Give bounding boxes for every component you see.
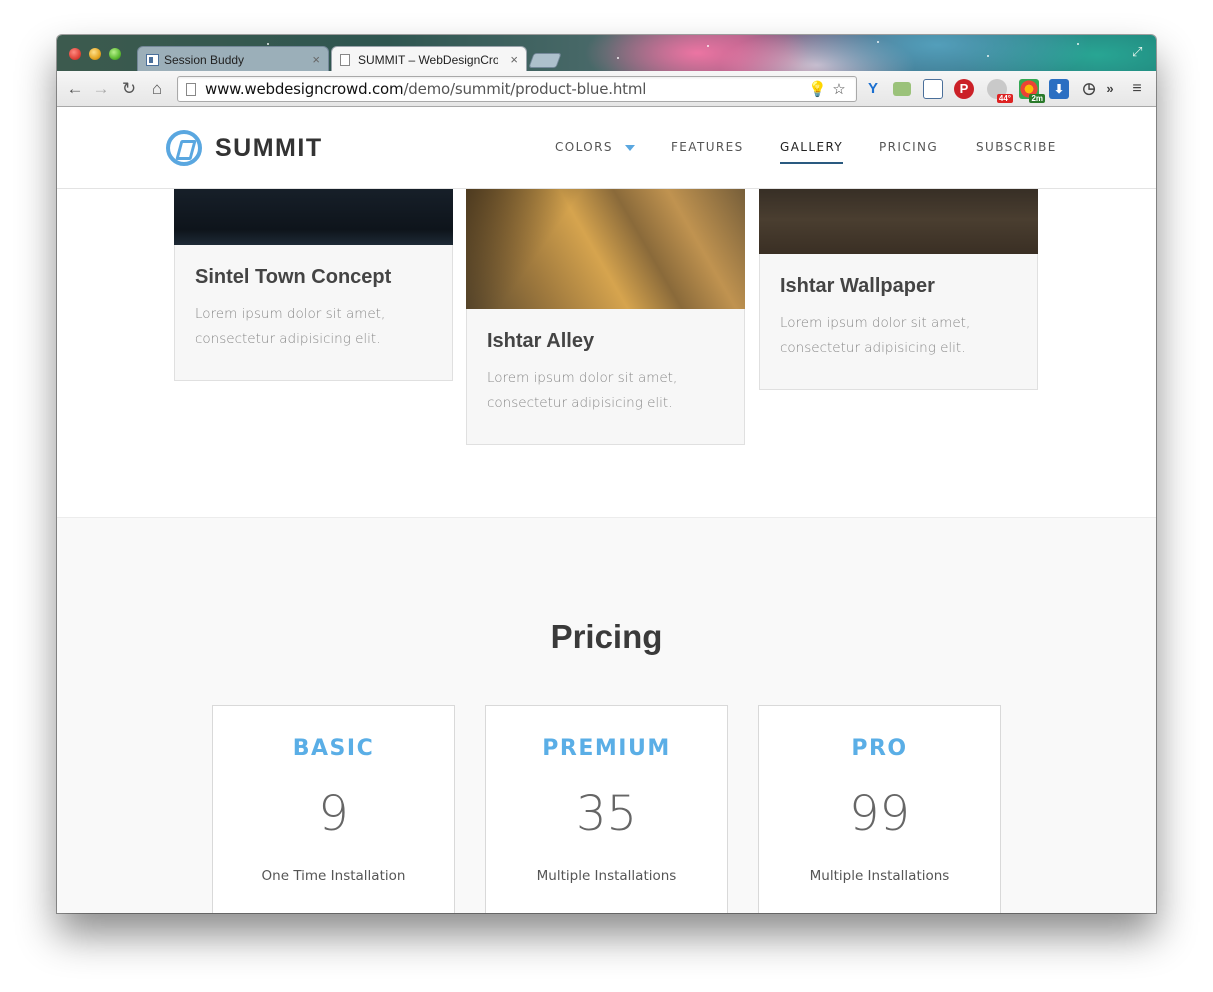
plan-note: Multiple Installations (809, 868, 950, 884)
plan-note: Multiple Installations (536, 868, 677, 884)
fullscreen-icon[interactable]: ⤢ (1132, 45, 1146, 59)
plan-name: PREMIUM (542, 736, 671, 761)
gallery-card[interactable]: Ishtar Wallpaper Lorem ipsum dolor sit a… (759, 168, 1038, 390)
background-star (617, 57, 619, 59)
zoom-window-button[interactable] (109, 48, 121, 60)
pricing-card-basic[interactable]: BASIC 9 One Time Installation (212, 705, 455, 913)
minimize-window-button[interactable] (89, 48, 101, 60)
gallery-image[interactable] (466, 168, 745, 309)
nav-colors-label: COLORS (555, 140, 613, 154)
plan-name: BASIC (292, 736, 375, 761)
plan-price: 9 (318, 786, 349, 842)
page-favicon-icon (340, 54, 350, 66)
gallery-card-title[interactable]: Ishtar Wallpaper (780, 275, 935, 298)
gallery-card-description: Lorem ipsum dolor sit amet, consectetur … (487, 370, 678, 411)
url-text[interactable]: www.webdesigncrowd.com/demo/summit/produ… (205, 77, 646, 101)
clock-icon[interactable]: ◷ (1079, 79, 1099, 99)
plan-price: 99 (848, 786, 911, 842)
nav-gallery[interactable]: GALLERY (780, 140, 844, 164)
plan-price: 35 (575, 786, 638, 842)
plan-name: PRO (851, 736, 908, 761)
pinterest-icon[interactable]: P (954, 79, 974, 99)
background-star (707, 45, 709, 47)
nav-subscribe[interactable]: SUBSCRIBE (976, 140, 1057, 154)
pricing-heading: Pricing (550, 618, 663, 655)
extensions-overflow-icon[interactable]: » (1103, 79, 1117, 99)
home-icon[interactable]: ⌂ (147, 79, 167, 99)
background-star (877, 41, 879, 43)
address-bar[interactable]: www.webdesigncrowd.com/demo/summit/produ… (177, 76, 857, 102)
plan-note: One Time Installation (261, 868, 406, 884)
nav-pricing[interactable]: PRICING (879, 140, 938, 154)
tab-strip: Session Buddy × SUMMIT – WebDesignCrow ×… (57, 35, 1156, 72)
nav-colors[interactable]: COLORS (555, 140, 635, 154)
session-buddy-favicon-icon (146, 54, 159, 66)
summit-logo-icon[interactable] (166, 130, 202, 166)
close-window-button[interactable] (69, 48, 81, 60)
tab-title: Session Buddy (164, 53, 245, 67)
forward-page-extension-icon[interactable] (893, 82, 911, 96)
reload-icon[interactable]: ↻ (119, 79, 139, 99)
nav-features[interactable]: FEATURES (671, 140, 744, 154)
timer-badge: 2m (1029, 94, 1045, 103)
weather-extension-icon[interactable]: 44° (987, 79, 1013, 103)
pricing-card-premium[interactable]: PREMIUM 35 Multiple Installations (485, 705, 728, 913)
gallery-card-title[interactable]: Ishtar Alley (487, 330, 594, 353)
background-star (987, 55, 989, 57)
timer-extension-icon[interactable]: 2m (1019, 79, 1045, 103)
page-viewport: SUMMIT COLORS FEATURES GALLERY PRICING S… (57, 108, 1156, 913)
gallery-card-description: Lorem ipsum dolor sit amet, consectetur … (195, 306, 386, 347)
page-icon (186, 83, 196, 96)
tab-summit[interactable]: SUMMIT – WebDesignCrow × (331, 46, 527, 72)
url-path: /demo/summit/product-blue.html (403, 80, 647, 98)
new-tab-button[interactable] (528, 53, 562, 68)
pricing-section: Pricing BASIC 9 One Time Installation PR… (57, 517, 1156, 913)
tab-close-icon[interactable]: × (510, 47, 518, 72)
forward-arrow-icon[interactable]: → (91, 79, 111, 99)
y-extension-icon[interactable]: Y (863, 79, 883, 99)
tab-title: SUMMIT – WebDesignCrow (358, 53, 498, 67)
gallery-card-title[interactable]: Sintel Town Concept (195, 266, 391, 289)
lightbulb-icon[interactable]: 💡 (808, 81, 827, 99)
browser-window: Session Buddy × SUMMIT – WebDesignCrow ×… (57, 35, 1156, 913)
gallery-card-description: Lorem ipsum dolor sit amet, consectetur … (780, 315, 971, 356)
session-buddy-extension-icon[interactable] (923, 79, 943, 99)
url-host: www.webdesigncrowd.com (205, 80, 404, 98)
background-star (1077, 43, 1079, 45)
weather-badge: 44° (996, 94, 1013, 103)
gallery-card[interactable]: Ishtar Alley Lorem ipsum dolor sit amet,… (466, 168, 745, 445)
back-arrow-icon[interactable]: ← (65, 79, 85, 99)
site-header: SUMMIT COLORS FEATURES GALLERY PRICING S… (57, 108, 1156, 189)
download-icon[interactable]: ⬇ (1049, 79, 1069, 99)
gallery-card[interactable]: Sintel Town Concept Lorem ipsum dolor si… (174, 168, 453, 381)
background-star (267, 43, 269, 45)
bookmark-star-icon[interactable]: ☆ (830, 81, 848, 99)
tab-close-icon[interactable]: × (312, 47, 320, 72)
pricing-card-pro[interactable]: PRO 99 Multiple Installations (758, 705, 1001, 913)
tab-session-buddy[interactable]: Session Buddy × (137, 46, 329, 72)
caret-down-icon (624, 144, 635, 151)
browser-toolbar: ← → ↻ ⌂ www.webdesigncrowd.com/demo/summ… (57, 71, 1156, 107)
menu-icon[interactable]: ≡ (1127, 79, 1147, 99)
logo-text[interactable]: SUMMIT (215, 134, 323, 163)
